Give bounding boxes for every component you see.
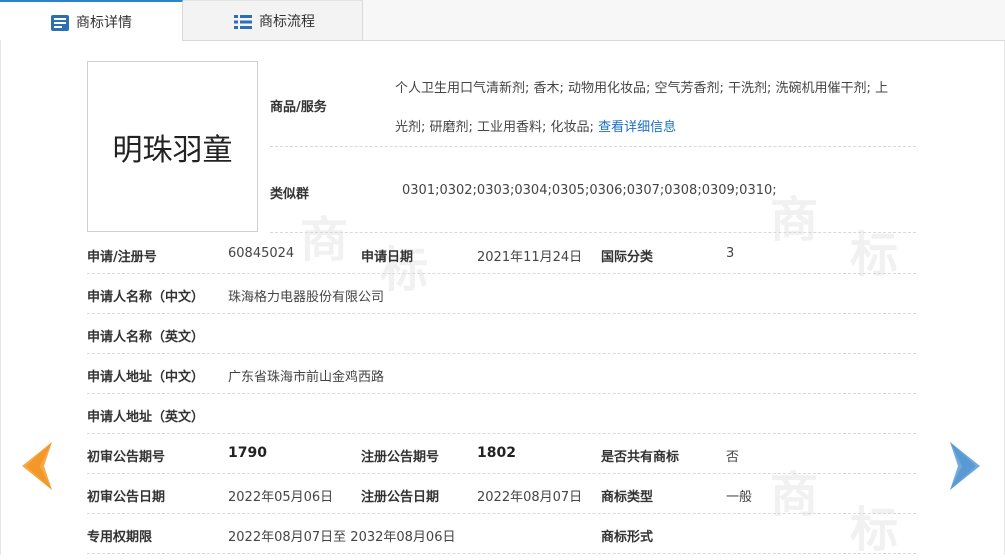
address-en-label: 申请人地址（英文） [87,410,205,425]
divider [87,393,916,394]
reg-pub-date-label: 注册公告日期 [361,490,440,505]
divider [87,513,916,514]
prelim-date-label: 初审公告日期 [87,490,166,505]
tab-trademark-details[interactable]: 商标详情 [0,0,183,41]
tm-type-label: 商标类型 [601,490,654,505]
shared-value: 否 [726,450,740,465]
divider [87,473,916,474]
applicant-en-label: 申请人名称（英文） [87,330,205,345]
prelim-no-label: 初审公告期号 [87,450,166,465]
divider [87,273,916,274]
reg-pub-no-value: 1802 [477,445,516,461]
divider [87,553,916,554]
address-cn-label: 申请人地址（中文） [87,370,205,385]
watermark: 商 [300,212,349,268]
tab-bar: 商标详情 商标流程 [0,0,1005,41]
goods-services-line1: 个人卫生用口气清新剂; 香木; 动物用化妆品; 空气芳香剂; 干洗剂; 洗碗机用… [395,81,889,96]
reg-no-label: 申请/注册号 [87,250,157,265]
divider [87,313,916,314]
tab-trademark-process[interactable]: 商标流程 [183,0,363,40]
watermark: 标 [850,227,899,283]
prelim-no-value: 1790 [228,445,267,461]
divider [270,146,916,147]
goods-services-label: 商品/服务 [270,100,327,115]
similar-group-label: 类似群 [270,187,310,202]
similar-group-value: 0301;0302;0303;0304;0305;0306;0307;0308;… [402,183,777,198]
reg-pub-date-value: 2022年08月07日 [477,490,583,505]
tab-label: 商标详情 [76,14,132,31]
tm-form-label: 商标形式 [601,530,654,545]
divider [87,433,916,434]
prelim-date-value: 2022年05月06日 [228,490,334,505]
shared-label: 是否共有商标 [601,450,680,465]
app-date-value: 2021年11月24日 [477,250,583,265]
divider [87,353,916,354]
intl-class-label: 国际分类 [601,250,654,265]
tab-label: 商标流程 [259,13,315,30]
tm-type-value: 一般 [726,490,753,505]
list-icon [234,15,252,29]
exclusive-label: 专用权期限 [87,530,153,545]
watermark: 标 [380,242,429,298]
trademark-image: 明珠羽童 [87,61,258,232]
watermark: 商 [770,467,819,523]
goods-services-line2: 光剂; 研磨剂; 工业用香料; 化妆品; 查看详细信息 [395,120,677,135]
watermark: 标 [850,502,899,558]
applicant-cn-value: 珠海格力电器股份有限公司 [228,290,385,305]
prev-arrow-icon[interactable] [18,438,54,494]
document-list-icon [51,15,69,31]
applicant-cn-label: 申请人名称（中文） [87,290,205,305]
reg-no-value: 60845024 [228,246,295,261]
intl-class-value: 3 [726,246,735,261]
app-date-label: 申请日期 [361,250,414,265]
address-cn-value: 广东省珠海市前山金鸡西路 [228,370,385,385]
next-arrow-icon[interactable] [948,438,984,494]
reg-pub-no-label: 注册公告期号 [361,450,440,465]
divider [270,232,916,233]
exclusive-value: 2022年08月07日至 2032年08月06日 [228,530,456,545]
view-details-link[interactable]: 查看详细信息 [598,120,676,135]
watermark: 商 [770,192,819,248]
